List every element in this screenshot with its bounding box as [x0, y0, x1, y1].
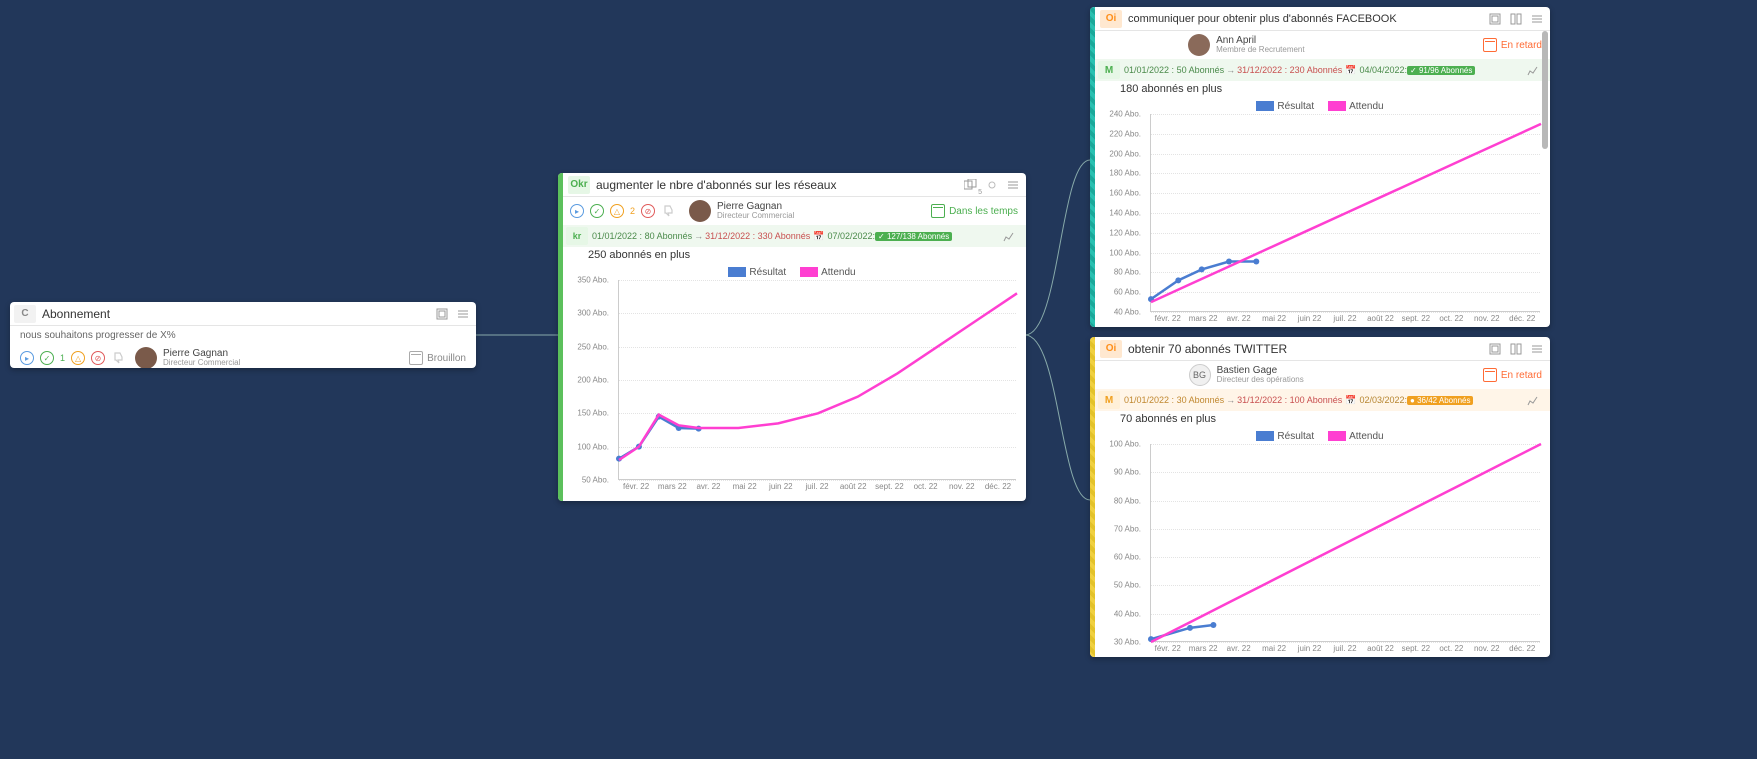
chart-legend: Résultat Attendu	[1090, 99, 1550, 114]
progress-pill: ● 36/42 Abonnés	[1407, 396, 1473, 405]
kr-title: 250 abonnés en plus	[558, 247, 1026, 265]
avatar	[135, 347, 157, 368]
scrollbar[interactable]	[1542, 31, 1548, 325]
owner-role: Directeur des opérations	[1217, 376, 1304, 385]
card-type-tag: C	[14, 305, 36, 323]
calendar-icon	[1483, 368, 1497, 382]
m-subheader: M 01/01/2022 : 30 Abonnés → 31/12/2022 :…	[1090, 389, 1550, 411]
calendar-icon	[409, 351, 423, 365]
menu-icon[interactable]	[1528, 340, 1546, 358]
m-title: 180 abonnés en plus	[1090, 81, 1550, 99]
m-tag: M	[1098, 61, 1120, 79]
arrow-icon: →	[694, 231, 703, 241]
thumbsdown-icon	[661, 204, 675, 218]
kr-subheader: kr 01/01/2022 : 80 Abonnés → 31/12/2022 …	[558, 225, 1026, 247]
status-icons: ▸ ✓1 △ ⊘	[20, 351, 125, 365]
owner[interactable]: Ann April Membre de Recrutement	[1188, 34, 1304, 56]
timing-status: Dans les temps	[931, 204, 1018, 218]
progress-pill: ✓ 127/138 Abonnés	[875, 232, 952, 241]
layout-icon[interactable]	[1507, 10, 1525, 28]
warning-icon: △	[71, 351, 85, 365]
card-title: Abonnement	[42, 307, 433, 321]
play-icon: ▸	[570, 204, 584, 218]
menu-icon[interactable]	[1528, 10, 1546, 28]
card-type-tag: Oi	[1100, 10, 1122, 28]
owner[interactable]: BG Bastien Gage Directeur des opérations	[1189, 364, 1304, 386]
focus-icon[interactable]	[1486, 10, 1504, 28]
children-count-icon[interactable]: 5	[962, 176, 980, 194]
progress-pill: ✓ 91/96 Abonnés	[1407, 66, 1475, 75]
block-icon: ⊘	[91, 351, 105, 365]
arrow-icon: →	[1226, 395, 1235, 405]
initiative-card-facebook[interactable]: Oi communiquer pour obtenir plus d'abonn…	[1090, 7, 1550, 327]
avatar	[689, 200, 711, 222]
menu-icon[interactable]	[1004, 176, 1022, 194]
card-description: nous souhaitons progresser de X%	[10, 326, 476, 343]
calendar-icon: 📅	[1345, 65, 1356, 76]
owner-role: Directeur Commercial	[163, 359, 240, 368]
edit-chart-icon[interactable]	[1524, 61, 1542, 79]
initiative-card-twitter[interactable]: Oi obtenir 70 abonnés TWITTER BG Bastien…	[1090, 337, 1550, 657]
avatar	[1188, 34, 1210, 56]
card-title: augmenter le nbre d'abonnés sur les rése…	[596, 178, 962, 192]
link-icon[interactable]	[983, 176, 1001, 194]
warning-icon: △	[610, 204, 624, 218]
play-icon: ▸	[20, 351, 34, 365]
m-title: 70 abonnés en plus	[1090, 411, 1550, 429]
timing-status: En retard	[1483, 368, 1542, 382]
kr-tag: kr	[566, 227, 588, 245]
status-icons: ▸ ✓ △2 ⊘	[570, 204, 675, 218]
card-titlebar: Oi obtenir 70 abonnés TWITTER	[1090, 337, 1550, 361]
calendar-icon: 📅	[1345, 395, 1356, 406]
card-type-tag: Okr	[568, 176, 590, 194]
arrow-icon: →	[1226, 65, 1235, 75]
owner-role: Membre de Recrutement	[1216, 46, 1304, 55]
check-icon: ✓	[40, 351, 54, 365]
avatar: BG	[1189, 364, 1211, 386]
check-icon: ✓	[590, 204, 604, 218]
okr-chart: 50 Abo.100 Abo.150 Abo.200 Abo.250 Abo.3…	[558, 280, 1026, 500]
card-titlebar: C Abonnement	[10, 302, 476, 326]
m-subheader: M 01/01/2022 : 50 Abonnés → 31/12/2022 :…	[1090, 59, 1550, 81]
thumbsdown-icon	[111, 351, 125, 365]
card-title: communiquer pour obtenir plus d'abonnés …	[1128, 13, 1486, 25]
chart-legend: Résultat Attendu	[558, 265, 1026, 280]
chart-legend: Résultat Attendu	[1090, 429, 1550, 444]
owner[interactable]: Pierre Gagnan Directeur Commercial	[135, 347, 240, 368]
focus-icon[interactable]	[1486, 340, 1504, 358]
focus-icon[interactable]	[433, 305, 451, 323]
facebook-chart: 40 Abo.60 Abo.80 Abo.100 Abo.120 Abo.140…	[1090, 114, 1550, 327]
m-tag: M	[1098, 391, 1120, 409]
card-type-tag: Oi	[1100, 340, 1122, 358]
concept-card[interactable]: C Abonnement nous souhaitons progresser …	[10, 302, 476, 368]
draft-status: Brouillon	[409, 351, 466, 365]
okr-card[interactable]: Okr augmenter le nbre d'abonnés sur les …	[558, 173, 1026, 501]
edit-chart-icon[interactable]	[1524, 391, 1542, 409]
twitter-chart: 30 Abo.40 Abo.50 Abo.60 Abo.70 Abo.80 Ab…	[1090, 444, 1550, 657]
card-titlebar: Oi communiquer pour obtenir plus d'abonn…	[1090, 7, 1550, 31]
card-titlebar: Okr augmenter le nbre d'abonnés sur les …	[558, 173, 1026, 197]
calendar-icon	[1483, 38, 1497, 52]
owner-role: Directeur Commercial	[717, 212, 794, 221]
calendar-icon: 📅	[813, 231, 824, 242]
calendar-icon	[931, 204, 945, 218]
owner[interactable]: Pierre Gagnan Directeur Commercial	[689, 200, 794, 222]
layout-icon[interactable]	[1507, 340, 1525, 358]
edit-chart-icon[interactable]	[1000, 227, 1018, 245]
block-icon: ⊘	[641, 204, 655, 218]
menu-icon[interactable]	[454, 305, 472, 323]
timing-status: En retard	[1483, 38, 1542, 52]
card-title: obtenir 70 abonnés TWITTER	[1128, 342, 1486, 356]
